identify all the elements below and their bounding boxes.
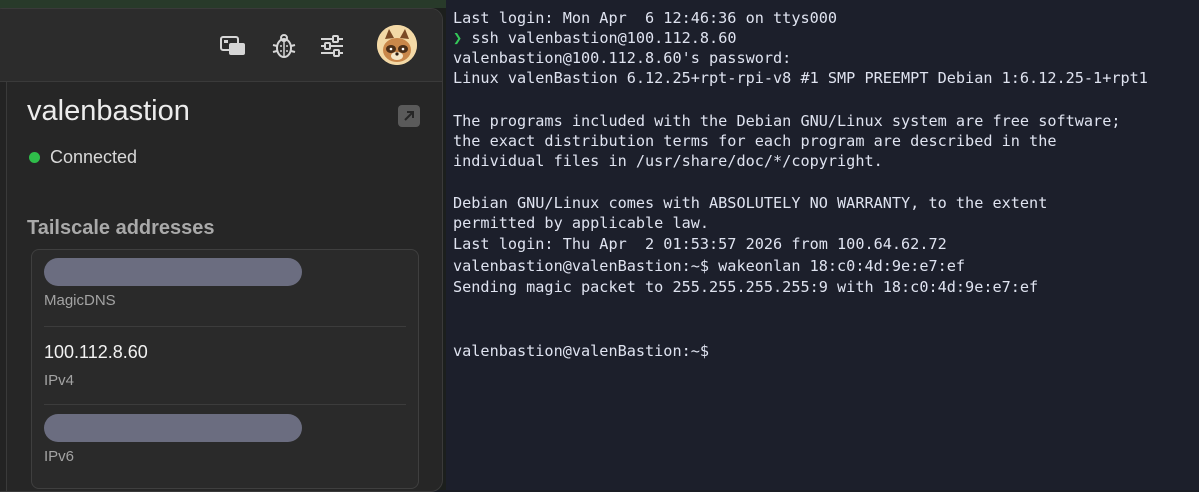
screen-share-icon[interactable] [220, 33, 246, 59]
addresses-card: MagicDNS 100.112.8.60 IPv4 IPv6 [31, 249, 419, 489]
terminal-line: individual files in /usr/share/doc/*/cop… [453, 152, 883, 170]
desktop-top-edge [0, 0, 446, 8]
redacted-value [44, 414, 302, 442]
terminal-line: the exact distribution terms for each pr… [453, 132, 1057, 150]
terminal-line: valenbastion@valenBastion:~$ wakeonlan 1… [453, 257, 966, 275]
terminal-line: Debian GNU/Linux comes with ABSOLUTELY N… [453, 194, 1048, 212]
open-external-icon[interactable] [398, 105, 420, 127]
terminal-line: Linux valenBastion 6.12.25+rpt-rpi-v8 #1… [453, 69, 1148, 87]
tanuki-avatar-icon [377, 25, 417, 65]
terminal-line: valenbastion@100.112.8.60's password: [453, 49, 792, 67]
prompt-arrow-icon: ❯ [453, 29, 463, 47]
terminal-line: Last login: Thu Apr 2 01:53:57 2026 from… [453, 235, 947, 253]
sliders-icon[interactable] [319, 33, 345, 59]
terminal-line: The programs included with the Debian GN… [453, 112, 1121, 130]
sidebar-edge [0, 82, 7, 491]
status-text: Connected [50, 147, 138, 167]
redacted-value [44, 258, 302, 286]
address-row-ipv4[interactable]: 100.112.8.60 IPv4 [44, 338, 406, 405]
toolbar [0, 9, 442, 82]
ssh-command: ssh valenbastion@100.112.8.60 [471, 29, 737, 47]
terminal-line: permitted by applicable law. [453, 214, 710, 232]
address-label: IPv6 [44, 448, 75, 465]
address-label: MagicDNS [44, 292, 116, 309]
connection-status: Connected [29, 147, 137, 168]
device-name: valenbastion [27, 95, 190, 127]
terminal-prompt[interactable]: valenbastion@valenBastion:~$ [453, 341, 709, 361]
address-row-magicdns[interactable]: MagicDNS [44, 258, 406, 327]
terminal-line: Last login: Mon Apr 6 12:46:36 on ttys00… [453, 9, 838, 27]
terminal-line: Sending magic packet to 255.255.255.255:… [453, 278, 1039, 296]
address-label: IPv4 [44, 372, 75, 389]
avatar[interactable] [377, 25, 417, 65]
address-row-ipv6[interactable]: IPv6 [44, 414, 406, 480]
bug-icon[interactable] [271, 33, 297, 59]
addresses-title: Tailscale addresses [27, 217, 215, 239]
terminal-window[interactable]: Last login: Mon Apr 6 12:46:36 on ttys00… [446, 0, 1199, 490]
tailscale-window: valenbastion Connected Tailscale address… [0, 8, 443, 492]
status-dot-icon [29, 152, 40, 163]
address-value: 100.112.8.60 [44, 342, 148, 362]
terminal-line-command: ❯ ssh valenbastion@100.112.8.60 [453, 28, 736, 48]
